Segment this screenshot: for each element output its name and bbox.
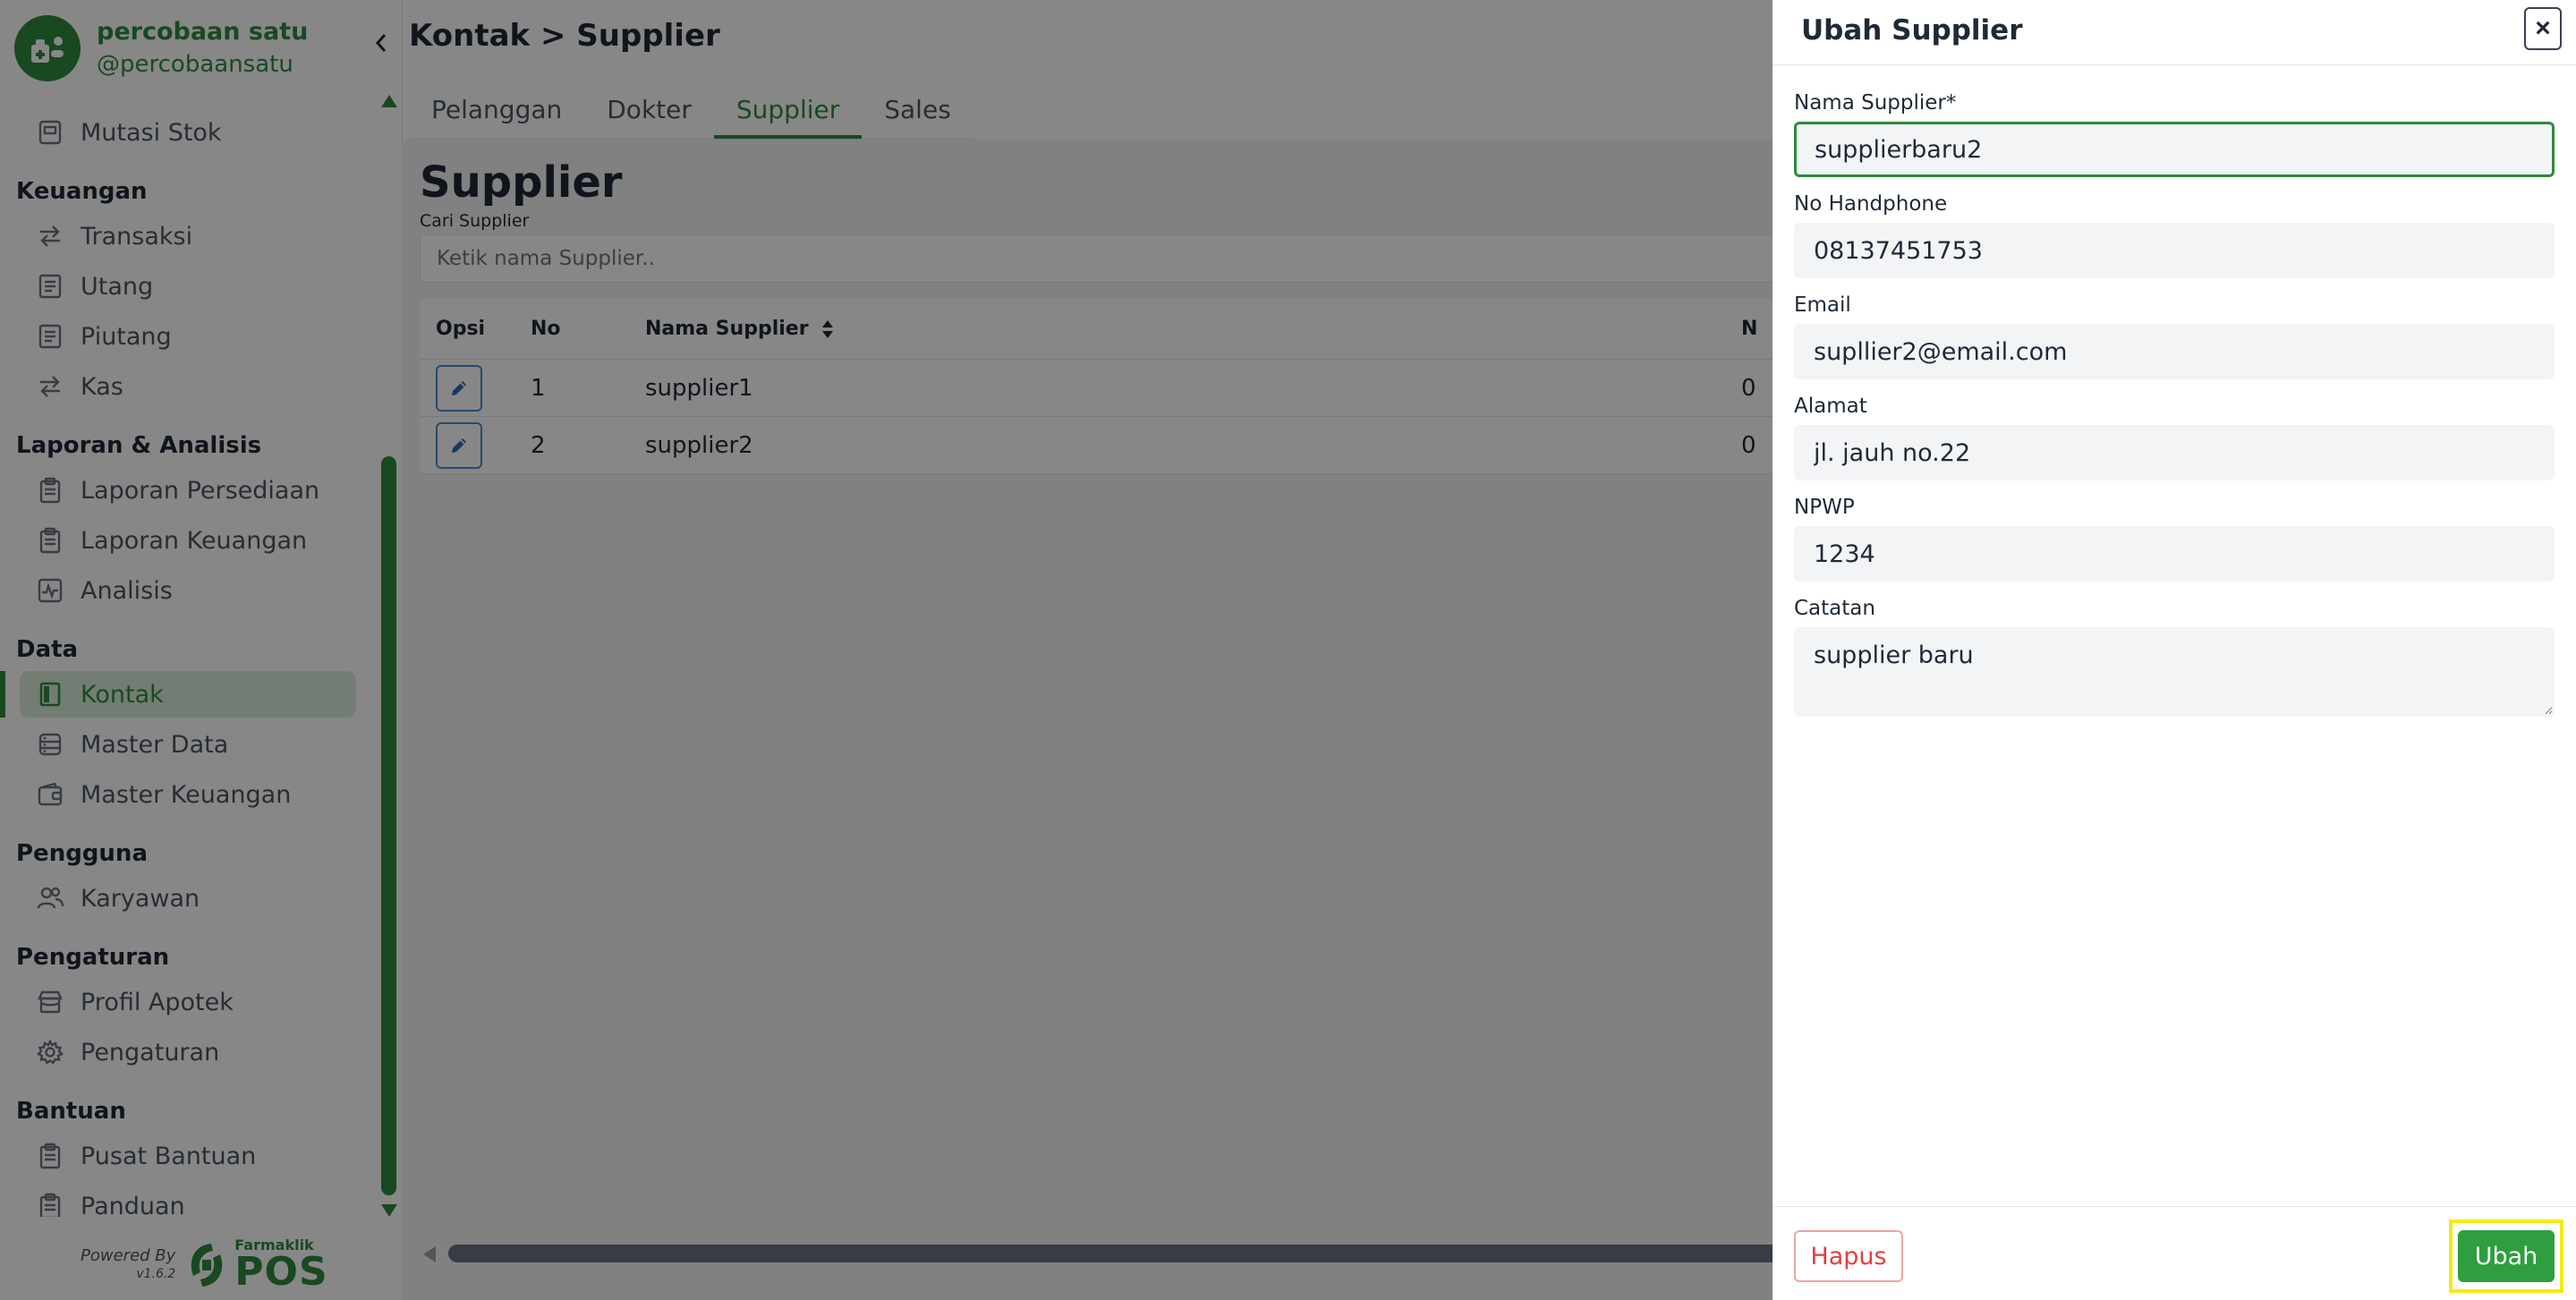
alamat-input[interactable] (1794, 425, 2555, 480)
close-button[interactable]: × (2524, 7, 2562, 50)
no-handphone-label: No Handphone (1794, 192, 1948, 216)
npwp-input[interactable] (1794, 526, 2555, 582)
close-icon: × (2535, 13, 2551, 43)
drawer-header: Ubah Supplier × (1773, 0, 2576, 65)
drawer-title: Ubah Supplier (1801, 14, 2023, 47)
nama-supplier-label: Nama Supplier* (1794, 91, 1957, 115)
submit-button[interactable]: Ubah (2458, 1230, 2555, 1282)
catatan-textarea[interactable]: supplier baru (1794, 627, 2555, 717)
submit-button-highlight: Ubah (2449, 1219, 2563, 1293)
alamat-label: Alamat (1794, 395, 1867, 418)
email-input[interactable] (1794, 324, 2555, 379)
email-label: Email (1794, 293, 1851, 317)
npwp-label: NPWP (1794, 496, 1855, 519)
drawer-footer: Hapus Ubah (1773, 1206, 2576, 1300)
delete-button[interactable]: Hapus (1794, 1230, 1903, 1282)
catatan-label: Catatan (1794, 597, 1875, 620)
nama-supplier-input[interactable] (1794, 122, 2555, 177)
edit-supplier-drawer: Ubah Supplier × Nama Supplier* No Handph… (1773, 0, 2576, 1300)
no-handphone-input[interactable] (1794, 223, 2555, 278)
